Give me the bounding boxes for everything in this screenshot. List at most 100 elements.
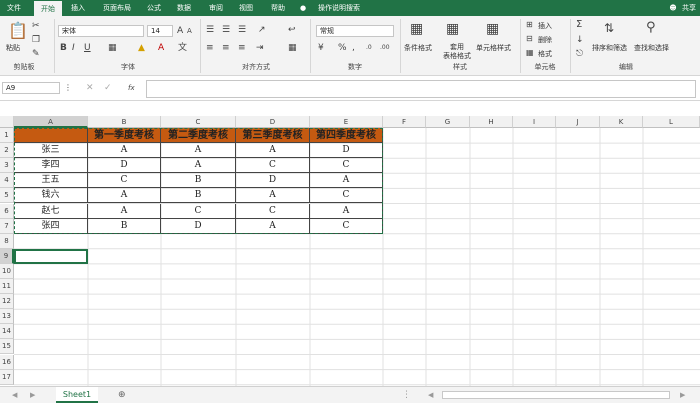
column-header-c[interactable]: C — [161, 116, 236, 128]
options-icon[interactable]: ⋮ — [402, 390, 411, 400]
table-cell[interactable]: D — [236, 173, 310, 189]
tab-home[interactable]: 开始 — [34, 1, 62, 16]
sort-filter-button[interactable]: 排序和筛选 — [592, 43, 627, 53]
table-cell[interactable]: A — [236, 143, 310, 159]
table-cell[interactable]: 赵七 — [14, 203, 88, 219]
row-header-17[interactable]: 17 — [0, 369, 14, 385]
align-middle-icon[interactable]: ☰ — [222, 25, 230, 35]
table-cell[interactable]: 钱六 — [14, 188, 88, 204]
table-cell[interactable]: A — [236, 188, 310, 204]
table-cell[interactable]: C — [310, 158, 383, 174]
table-cell[interactable]: C — [236, 158, 310, 174]
tab-help[interactable]: 帮助 — [266, 0, 290, 16]
font-color-icon[interactable]: A — [158, 43, 164, 53]
delete-cells-button[interactable]: 删除 — [538, 35, 552, 45]
increase-decimal-icon[interactable]: .0 — [366, 43, 372, 53]
find-select-icon[interactable]: ⚲ — [646, 20, 656, 35]
insert-function-icon[interactable]: fx — [128, 83, 135, 93]
table-cell[interactable]: 张三 — [14, 143, 88, 159]
paste-button[interactable]: 粘贴 — [6, 43, 20, 53]
header-cell[interactable]: 第四季度考核 — [310, 128, 383, 144]
format-painter-icon[interactable]: ✎ — [32, 49, 40, 59]
header-cell[interactable]: 第一季度考核 — [88, 128, 161, 144]
table-cell[interactable]: A — [236, 218, 310, 234]
tab-view[interactable]: 视图 — [234, 0, 258, 16]
number-format-select[interactable]: 常规 — [316, 25, 394, 37]
row-header-16[interactable]: 16 — [0, 354, 14, 370]
row-header-8[interactable]: 8 — [0, 233, 14, 249]
table-cell[interactable]: B — [161, 188, 236, 204]
scroll-right-icon[interactable]: ▶ — [30, 390, 35, 400]
row-header-9[interactable]: 9 — [0, 248, 14, 264]
cancel-icon[interactable]: ✕ — [86, 83, 94, 93]
autosum-icon[interactable]: Σ — [576, 20, 582, 30]
row-header-12[interactable]: 12 — [0, 294, 14, 310]
table-cell[interactable]: C — [161, 203, 236, 219]
align-top-icon[interactable]: ☰ — [206, 25, 214, 35]
row-header-5[interactable]: 5 — [0, 188, 14, 204]
row-header-7[interactable]: 7 — [0, 218, 14, 234]
paste-icon[interactable]: 📋 — [8, 22, 28, 40]
percent-icon[interactable]: % — [338, 43, 347, 53]
column-header-l[interactable]: L — [643, 116, 700, 128]
scroll-left-icon[interactable]: ◀ — [12, 390, 17, 400]
table-cell[interactable]: C — [310, 218, 383, 234]
column-header-i[interactable]: I — [513, 116, 556, 128]
merge-center-icon[interactable]: ▦ — [288, 43, 297, 53]
underline-icon[interactable]: U — [84, 43, 91, 53]
table-cell[interactable]: C — [310, 188, 383, 204]
conditional-format-icon[interactable]: ▦ — [410, 21, 423, 37]
column-header-j[interactable]: J — [556, 116, 600, 128]
sort-filter-icon[interactable]: ⇅ — [604, 21, 614, 35]
formula-input[interactable] — [146, 80, 696, 98]
table-cell[interactable]: B — [88, 218, 161, 234]
name-box[interactable]: A9 — [2, 82, 60, 94]
table-cell[interactable]: D — [161, 218, 236, 234]
enter-icon[interactable]: ✓ — [104, 83, 112, 93]
hscroll-left-icon[interactable]: ◀ — [428, 390, 433, 400]
table-cell[interactable]: 王五 — [14, 173, 88, 189]
tell-me-search[interactable]: 操作说明搜索 — [312, 0, 366, 16]
hscroll-right-icon[interactable]: ▶ — [680, 390, 685, 400]
column-header-h[interactable]: H — [470, 116, 513, 128]
column-header-f[interactable]: F — [383, 116, 426, 128]
align-bottom-icon[interactable]: ☰ — [238, 25, 246, 35]
add-sheet-icon[interactable]: ⊕ — [118, 390, 126, 400]
column-header-g[interactable]: G — [426, 116, 470, 128]
row-header-6[interactable]: 6 — [0, 203, 14, 219]
table-cell[interactable]: D — [310, 143, 383, 159]
table-cell[interactable]: A — [310, 173, 383, 189]
row-header-1[interactable]: 1 — [0, 128, 14, 144]
table-cell[interactable]: A — [88, 188, 161, 204]
table-cell[interactable]: 张四 — [14, 218, 88, 234]
tab-review[interactable]: 审阅 — [204, 0, 228, 16]
fill-icon[interactable]: ↓ — [576, 35, 584, 45]
table-cell[interactable]: 李四 — [14, 158, 88, 174]
orientation-icon[interactable]: ↗ — [258, 25, 266, 35]
font-size-select[interactable]: 14 — [147, 25, 173, 37]
table-cell[interactable]: C — [236, 203, 310, 219]
insert-cells-button[interactable]: 插入 — [538, 21, 552, 31]
cell-styles-button[interactable]: 单元格样式 — [476, 43, 511, 53]
align-right-icon[interactable]: ≡ — [238, 43, 246, 53]
find-select-button[interactable]: 查找和选择 — [634, 43, 669, 53]
decrease-font-icon[interactable]: A — [187, 26, 192, 36]
bold-icon[interactable]: B — [60, 43, 67, 53]
format-cells-button[interactable]: 格式 — [538, 49, 552, 59]
column-header-b[interactable]: B — [88, 116, 161, 128]
table-cell[interactable]: D — [88, 158, 161, 174]
tab-formulas[interactable]: 公式 — [142, 0, 166, 16]
table-cell[interactable]: A — [161, 158, 236, 174]
format-cells-icon[interactable]: ▦ — [526, 48, 534, 58]
conditional-format-button[interactable]: 条件格式 — [404, 43, 432, 53]
cell-styles-icon[interactable]: ▦ — [486, 21, 499, 37]
wrap-text-icon[interactable]: ↩ — [288, 25, 296, 35]
row-header-11[interactable]: 11 — [0, 279, 14, 295]
delete-cells-icon[interactable]: ⊟ — [526, 34, 533, 44]
table-cell[interactable]: B — [161, 173, 236, 189]
comma-icon[interactable]: , — [352, 43, 355, 53]
horizontal-scrollbar[interactable] — [442, 391, 670, 399]
decrease-decimal-icon[interactable]: .00 — [380, 43, 390, 53]
phonetic-icon[interactable]: 文 — [178, 43, 187, 53]
table-cell[interactable]: C — [88, 173, 161, 189]
